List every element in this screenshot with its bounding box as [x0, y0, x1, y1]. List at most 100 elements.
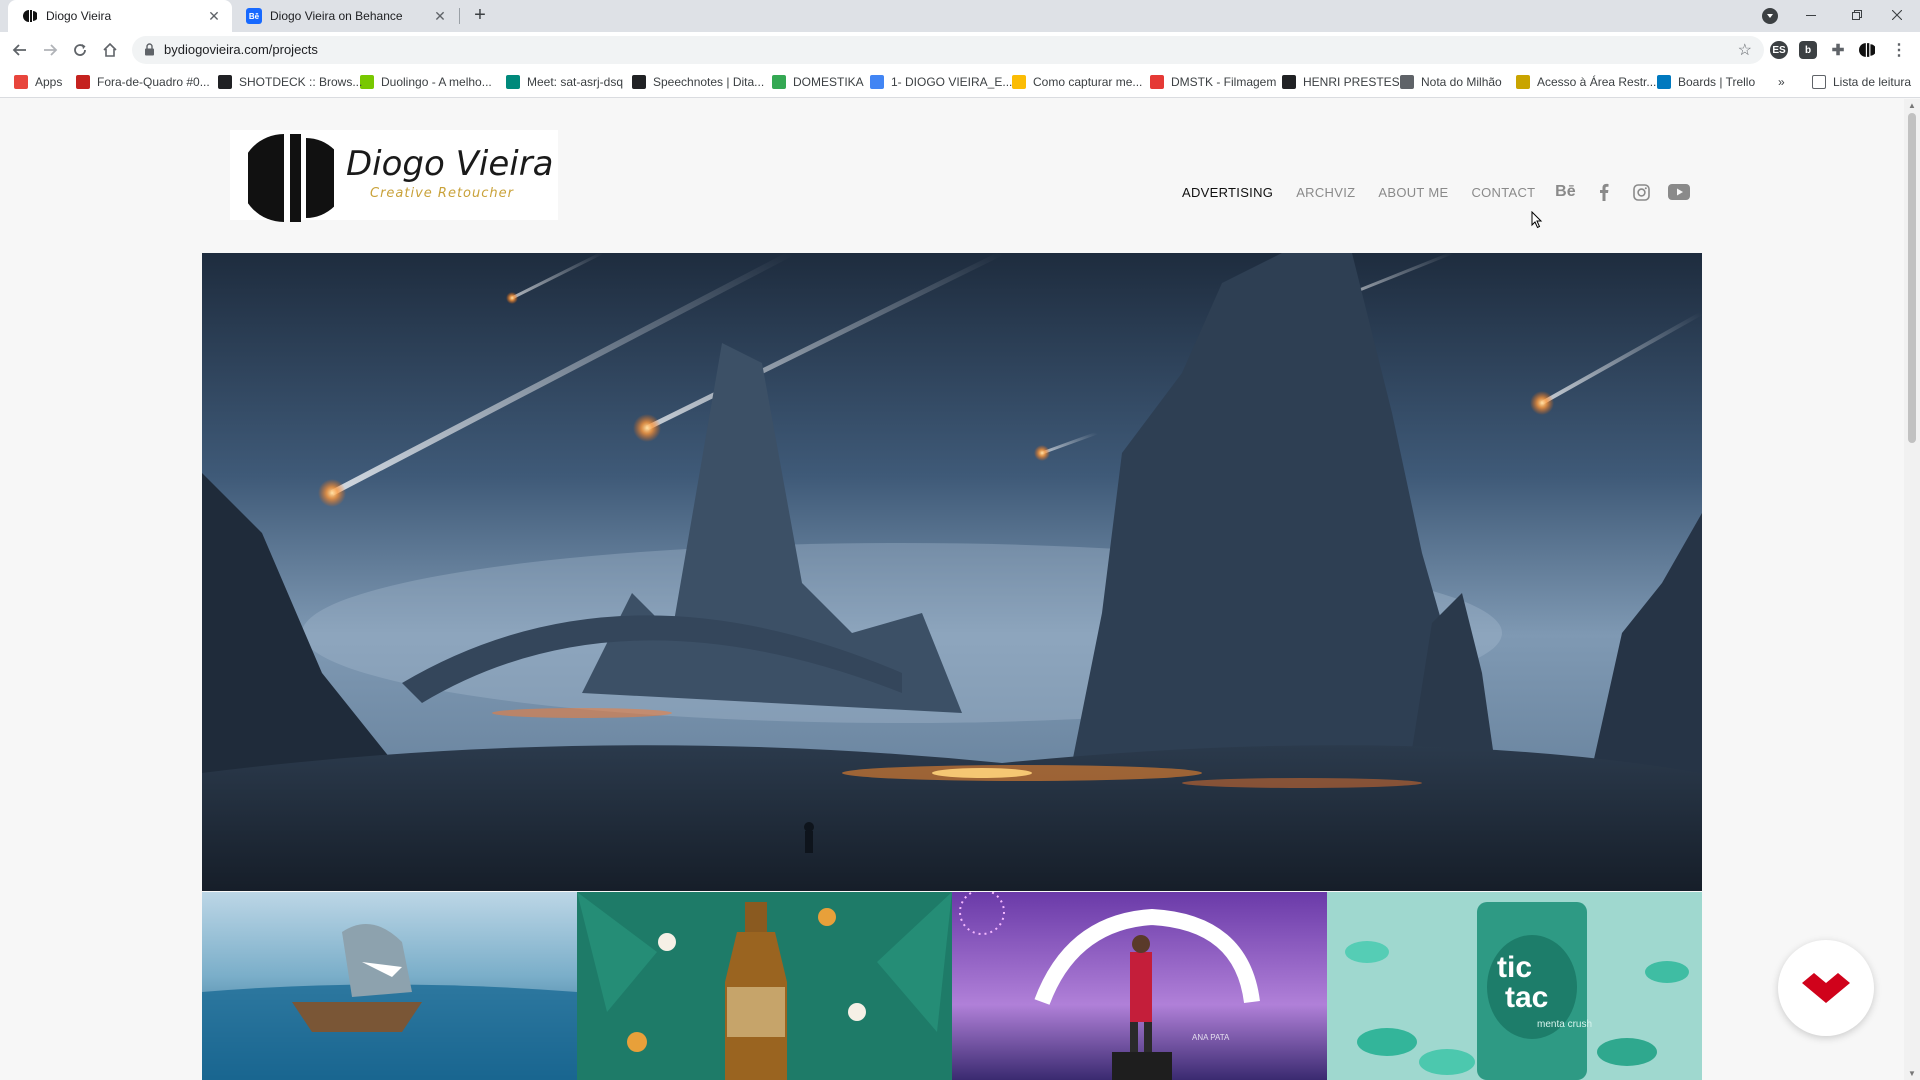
bookmark-item[interactable]: Duolingo - A melho... [360, 75, 492, 89]
bookmark-item[interactable]: Nota do Milhão [1400, 75, 1502, 89]
bookmarks-overflow[interactable]: » [1778, 75, 1785, 89]
meet-icon [506, 75, 520, 89]
prata-beer-artwork [577, 892, 952, 1080]
bookmark-label: SHOTDECK :: Brows... [239, 75, 363, 89]
apps-grid-icon [14, 75, 28, 89]
tab-diogo-vieira[interactable]: Diogo Vieira ✕ [8, 0, 232, 32]
tab-separator [459, 8, 460, 24]
bookmark-label: Acesso à Área Restr... [1537, 75, 1657, 89]
reading-list-button[interactable]: Lista de leitura [1812, 75, 1911, 89]
brand-name: Diogo Vieira [346, 144, 554, 184]
nav-archviz[interactable]: ARCHVIZ [1296, 185, 1355, 200]
tab-title: Diogo Vieira [46, 9, 112, 23]
home-button[interactable] [98, 38, 122, 62]
youtube-icon[interactable] [1667, 181, 1691, 203]
bookmarks-bar: Boards | Trello Acesso à Área Restr... Not… [0, 68, 1920, 98]
lock-icon[interactable] [144, 43, 155, 61]
new-tab-button[interactable]: + [468, 4, 492, 28]
tab-strip: Diogo Vieira ✕ Bē Diogo Vieira on Behanc… [0, 0, 1920, 32]
bookmark-item[interactable]: DOMESTIKA [772, 75, 864, 89]
browser-toolbar: bydiogovieira.com/projects ☆ ES b ✚ ⋮ [0, 32, 1920, 68]
bookmark-star-icon[interactable]: ☆ [1738, 40, 1752, 60]
thumbnail-prata-beer[interactable] [577, 892, 952, 1080]
shark-boat-artwork [202, 892, 577, 1080]
close-icon[interactable]: ✕ [432, 8, 448, 24]
dv-logo-mark [248, 134, 334, 222]
bookmark-item[interactable]: Apps [14, 75, 62, 89]
trello-icon [1657, 75, 1671, 89]
scroll-down-icon[interactable]: ▼ [1908, 1069, 1916, 1078]
thumbnail-fireworks-stage[interactable]: ANA PATA [952, 892, 1327, 1080]
address-bar[interactable]: bydiogovieira.com/projects ☆ [132, 36, 1764, 64]
tictac-flavor: menta crush [1537, 1019, 1592, 1030]
scroll-thumb[interactable] [1908, 113, 1916, 443]
behance-icon: Bē [246, 8, 262, 24]
reading-list-icon [1812, 75, 1826, 89]
thumbnail-shark-boat[interactable] [202, 892, 577, 1080]
hero-image[interactable] [202, 253, 1702, 891]
url-text: bydiogovieira.com/projects [164, 42, 318, 57]
facebook-icon[interactable] [1593, 181, 1615, 203]
puzzle-icon[interactable]: ✚ [1829, 41, 1847, 59]
henri-icon [1282, 75, 1296, 89]
bookmark-item[interactable]: Boards | Trello [1657, 75, 1755, 89]
thumbnail-tic-tac[interactable]: tic tac menta crush [1327, 892, 1702, 1080]
bookmark-label: Meet: sat-asrj-dsq [527, 75, 624, 89]
domestika-icon [1150, 75, 1164, 89]
page-scrollbar[interactable]: ▲ ▼ [1904, 99, 1920, 1080]
extension-b[interactable]: b [1799, 41, 1817, 59]
bookmark-label: Apps [35, 75, 63, 89]
tic-tac-artwork: tic tac menta crush [1327, 892, 1702, 1080]
menu-dots-icon[interactable]: ⋮ [1890, 41, 1908, 59]
behance-icon[interactable]: Bē [1552, 181, 1578, 203]
tab-title: Diogo Vieira on Behance [270, 9, 403, 23]
shotdeck-icon [218, 75, 232, 89]
nav-about-me[interactable]: ABOUT ME [1378, 185, 1448, 200]
instagram-icon[interactable] [1630, 181, 1652, 203]
docs-icon [870, 75, 884, 89]
forward-button[interactable] [38, 38, 62, 62]
bookmark-item[interactable]: Como capturar me... [1012, 75, 1142, 89]
bookmark-item[interactable]: DMSTK - Filmagem [1150, 75, 1276, 89]
bookmark-item[interactable]: Acesso à Área Restr... [1516, 75, 1656, 89]
bookmark-item[interactable]: HENRI PRESTES [1282, 75, 1400, 89]
globe-icon [1400, 75, 1414, 89]
bookmark-label: DMSTK - Filmagem [1171, 75, 1277, 89]
dv-extension-icon[interactable] [1858, 41, 1876, 59]
floating-logo-button[interactable] [1778, 940, 1874, 1036]
bookmark-item[interactable]: Meet: sat-asrj-dsq [506, 75, 623, 89]
tab-behance[interactable]: Bē Diogo Vieira on Behance ✕ [232, 0, 458, 32]
nav-contact[interactable]: CONTACT [1471, 185, 1535, 200]
nav-advertising[interactable]: ADVERTISING [1182, 185, 1273, 200]
site-logo[interactable]: Diogo Vieira Creative Retoucher [230, 130, 558, 222]
reading-list-label: Lista de leitura [1833, 75, 1912, 89]
bookmark-item[interactable]: 1- DIOGO VIEIRA_E... [870, 75, 1012, 89]
bookmark-label: 1- DIOGO VIEIRA_E... [891, 75, 1013, 89]
bookmark-label: Speechnotes | Dita... [653, 75, 765, 89]
scroll-up-icon[interactable]: ▲ [1908, 101, 1916, 110]
bookmark-label: Como capturar me... [1033, 75, 1143, 89]
clapper-icon [76, 75, 90, 89]
close-window-button[interactable] [1874, 0, 1920, 30]
minimize-button[interactable] [1788, 0, 1834, 30]
bookmark-item[interactable]: SHOTDECK :: Brows... [218, 75, 362, 89]
drive-icon [1012, 75, 1026, 89]
reload-button[interactable] [68, 38, 92, 62]
project-thumbnails: ANA PATA tic tac menta crush [202, 892, 1702, 1080]
tictac-logo-bottom: tac [1505, 981, 1548, 1014]
bookmark-label: Fora-de-Quadro #0... [97, 75, 210, 89]
tab-search-icon[interactable] [1762, 8, 1778, 24]
bookmark-label: Nota do Milhão [1421, 75, 1502, 89]
bookmark-item[interactable]: Speechnotes | Dita... [632, 75, 764, 89]
fireworks-artwork: ANA PATA [952, 892, 1327, 1080]
heart-logo-icon [1802, 973, 1850, 1003]
site-navigation: ADVERTISING ARCHVIZ ABOUT ME CONTACT Bē [1182, 181, 1706, 203]
bookmark-item[interactable]: Fora-de-Quadro #0... [76, 75, 210, 89]
extension-es[interactable]: ES [1770, 41, 1788, 59]
lock-badge-icon [1516, 75, 1530, 89]
brand-tagline: Creative Retoucher [370, 186, 514, 201]
tictac-logo-top: tic [1497, 951, 1532, 984]
bookmark-label: HENRI PRESTES [1303, 75, 1400, 89]
close-icon[interactable]: ✕ [206, 8, 222, 24]
back-button[interactable] [8, 38, 32, 62]
